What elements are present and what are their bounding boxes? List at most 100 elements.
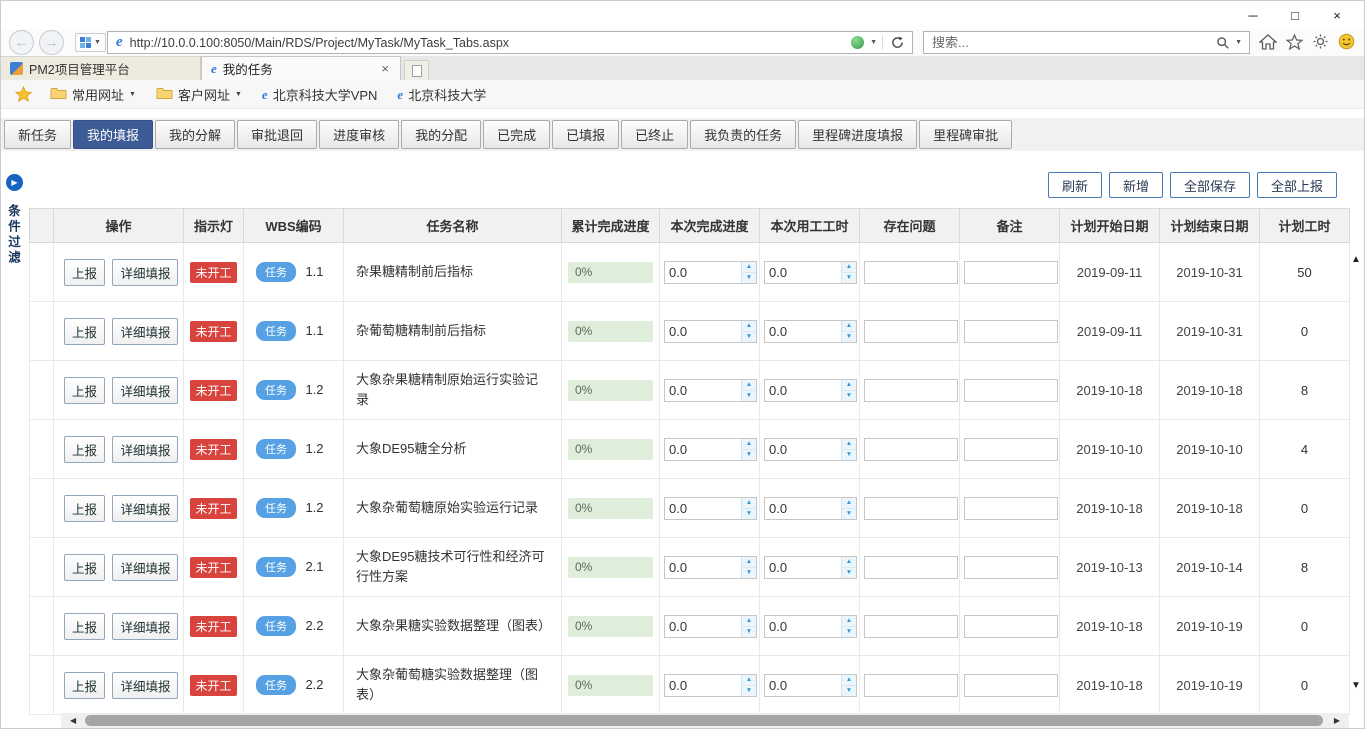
refresh-button[interactable]	[891, 36, 904, 49]
note-input[interactable]	[964, 320, 1058, 343]
spin-up-icon[interactable]: ▲	[842, 557, 856, 568]
addon-status-icon[interactable]	[851, 36, 864, 49]
report-button[interactable]: 上报	[64, 554, 105, 581]
task-tab[interactable]: 里程碑进度填报	[798, 120, 917, 149]
problem-input[interactable]	[864, 379, 958, 402]
current-hours-input[interactable]	[765, 498, 841, 519]
spin-up-icon[interactable]: ▲	[742, 616, 756, 627]
spin-down-icon[interactable]: ▼	[842, 627, 856, 637]
settings-gear-icon[interactable]	[1312, 33, 1329, 50]
current-hours-input[interactable]	[765, 321, 841, 342]
add-favorite-star-icon[interactable]	[9, 86, 38, 102]
favorite-link-university[interactable]: e 北京科技大学	[389, 82, 494, 107]
task-tab[interactable]: 我负责的任务	[690, 120, 796, 149]
spin-down-icon[interactable]: ▼	[842, 686, 856, 696]
current-hours-input[interactable]	[765, 262, 841, 283]
detail-fill-button[interactable]: 详细填报	[112, 377, 178, 404]
spin-down-icon[interactable]: ▼	[742, 273, 756, 283]
report-button[interactable]: 上报	[64, 672, 105, 699]
browser-tab-pm2[interactable]: PM2项目管理平台	[1, 56, 201, 80]
problem-input[interactable]	[864, 261, 958, 284]
search-icon[interactable]	[1216, 36, 1230, 50]
note-input[interactable]	[964, 379, 1058, 402]
forward-button[interactable]: →	[39, 30, 64, 55]
spin-down-icon[interactable]: ▼	[742, 450, 756, 460]
search-input[interactable]	[924, 35, 1216, 50]
spin-down-icon[interactable]: ▼	[742, 509, 756, 519]
spin-up-icon[interactable]: ▲	[742, 675, 756, 686]
task-tab[interactable]: 里程碑审批	[919, 120, 1012, 149]
current-progress-input[interactable]	[665, 321, 741, 342]
problem-input[interactable]	[864, 615, 958, 638]
url-text[interactable]: http://10.0.0.100:8050/Main/RDS/Project/…	[130, 36, 851, 50]
submit-all-button[interactable]: 全部上报	[1257, 172, 1337, 198]
problem-input[interactable]	[864, 438, 958, 461]
report-button[interactable]: 上报	[64, 259, 105, 286]
current-progress-input[interactable]	[665, 616, 741, 637]
task-tab[interactable]: 审批退回	[237, 120, 317, 149]
problem-input[interactable]	[864, 556, 958, 579]
current-hours-input[interactable]	[765, 616, 841, 637]
problem-input[interactable]	[864, 320, 958, 343]
current-progress-input[interactable]	[665, 675, 741, 696]
close-button[interactable]: ×	[1316, 8, 1358, 23]
spin-up-icon[interactable]: ▲	[842, 321, 856, 332]
spin-up-icon[interactable]: ▲	[742, 262, 756, 273]
spin-down-icon[interactable]: ▼	[842, 332, 856, 342]
task-tab[interactable]: 新任务	[4, 120, 71, 149]
problem-input[interactable]	[864, 497, 958, 520]
current-progress-input[interactable]	[665, 439, 741, 460]
spin-down-icon[interactable]: ▼	[742, 686, 756, 696]
scroll-down-icon[interactable]: ▼	[1351, 680, 1361, 691]
add-button[interactable]: 新增	[1109, 172, 1163, 198]
spin-up-icon[interactable]: ▲	[742, 380, 756, 391]
filter-expand-button[interactable]: ▶	[6, 174, 23, 191]
spin-up-icon[interactable]: ▲	[842, 439, 856, 450]
report-button[interactable]: 上报	[64, 436, 105, 463]
spin-up-icon[interactable]: ▲	[842, 675, 856, 686]
report-button[interactable]: 上报	[64, 318, 105, 345]
report-button[interactable]: 上报	[64, 377, 105, 404]
scroll-up-icon[interactable]: ▲	[1351, 254, 1361, 265]
report-button[interactable]: 上报	[64, 495, 105, 522]
task-tab[interactable]: 已终止	[621, 120, 688, 149]
spin-up-icon[interactable]: ▲	[742, 498, 756, 509]
spin-up-icon[interactable]: ▲	[842, 380, 856, 391]
detail-fill-button[interactable]: 详细填报	[112, 613, 178, 640]
quick-access-button[interactable]: ▼	[75, 33, 106, 52]
spin-down-icon[interactable]: ▼	[742, 332, 756, 342]
spin-up-icon[interactable]: ▲	[742, 321, 756, 332]
address-bar[interactable]: e http://10.0.0.100:8050/Main/RDS/Projec…	[107, 31, 913, 54]
spin-down-icon[interactable]: ▼	[742, 627, 756, 637]
task-tab[interactable]: 进度审核	[319, 120, 399, 149]
current-progress-input[interactable]	[665, 262, 741, 283]
note-input[interactable]	[964, 556, 1058, 579]
task-tab[interactable]: 已填报	[552, 120, 619, 149]
current-hours-input[interactable]	[765, 557, 841, 578]
address-dropdown-icon[interactable]: ▼	[870, 39, 877, 46]
spin-down-icon[interactable]: ▼	[842, 509, 856, 519]
current-hours-input[interactable]	[765, 439, 841, 460]
spin-up-icon[interactable]: ▲	[842, 498, 856, 509]
spin-up-icon[interactable]: ▲	[842, 262, 856, 273]
detail-fill-button[interactable]: 详细填报	[112, 672, 178, 699]
task-tab[interactable]: 我的分解	[155, 120, 235, 149]
back-button[interactable]: ←	[9, 30, 34, 55]
spin-down-icon[interactable]: ▼	[842, 568, 856, 578]
spin-down-icon[interactable]: ▼	[842, 450, 856, 460]
browser-tab-mytask[interactable]: e 我的任务 ×	[201, 56, 401, 80]
home-icon[interactable]	[1259, 34, 1277, 50]
maximize-button[interactable]: □	[1274, 8, 1316, 23]
horizontal-scroll-thumb[interactable]	[85, 715, 1323, 726]
current-progress-input[interactable]	[665, 380, 741, 401]
horizontal-scrollbar[interactable]: ◀ ▶	[61, 713, 1349, 728]
spin-down-icon[interactable]: ▼	[742, 391, 756, 401]
spin-up-icon[interactable]: ▲	[742, 557, 756, 568]
note-input[interactable]	[964, 615, 1058, 638]
favorite-link-vpn[interactable]: e 北京科技大学VPN	[254, 82, 386, 107]
new-tab-button[interactable]	[404, 60, 429, 80]
current-progress-input[interactable]	[665, 498, 741, 519]
minimize-button[interactable]: ─	[1232, 8, 1274, 23]
note-input[interactable]	[964, 261, 1058, 284]
current-progress-input[interactable]	[665, 557, 741, 578]
